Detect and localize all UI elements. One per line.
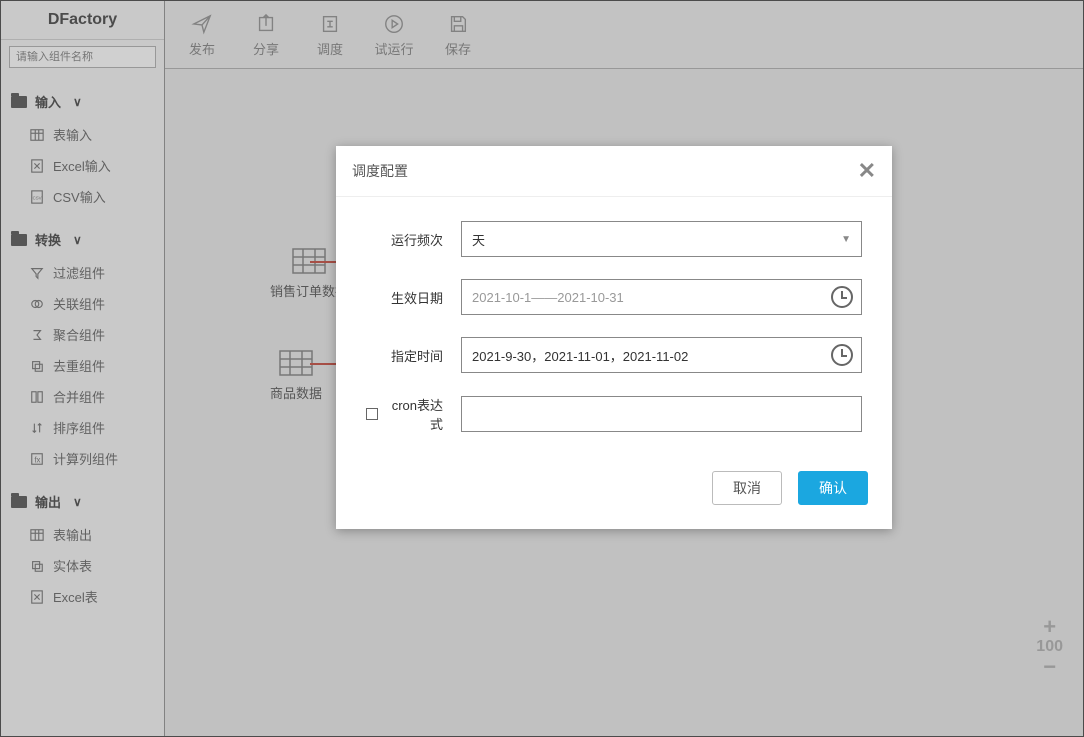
- effective-date-input[interactable]: 2021-10-1——2021-10-31: [461, 279, 862, 315]
- clock-icon: [831, 344, 853, 366]
- cancel-button[interactable]: 取消: [712, 471, 782, 505]
- label-effective-date: 生效日期: [366, 288, 461, 307]
- label-frequency: 运行频次: [366, 230, 461, 249]
- close-icon[interactable]: ✕: [858, 158, 876, 184]
- select-value: 天: [472, 230, 485, 249]
- schedule-dialog: 调度配置 ✕ 运行频次 天 生效日期 2021-10-1——2021-10-31…: [336, 146, 892, 529]
- label-cron: cron表达式: [366, 395, 461, 433]
- frequency-select[interactable]: 天: [461, 221, 862, 257]
- specified-time-input[interactable]: 2021-9-30，2021-11-01，2021-11-02: [461, 337, 862, 373]
- input-value: 2021-9-30，2021-11-01，2021-11-02: [472, 346, 688, 365]
- input-placeholder: 2021-10-1——2021-10-31: [472, 290, 624, 305]
- dialog-title: 调度配置: [352, 161, 408, 181]
- label-specified-time: 指定时间: [366, 346, 461, 365]
- cron-checkbox[interactable]: [366, 408, 378, 420]
- confirm-button[interactable]: 确认: [798, 471, 868, 505]
- clock-icon: [831, 286, 853, 308]
- cron-input[interactable]: [461, 396, 862, 432]
